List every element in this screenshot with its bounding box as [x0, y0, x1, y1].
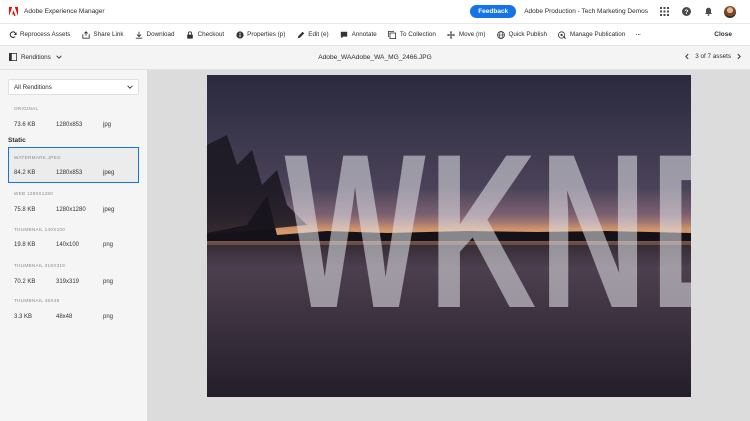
- app-title[interactable]: Adobe Experience Manager: [24, 8, 105, 15]
- quick-publish-label: Quick Publish: [508, 31, 547, 38]
- annotate-label: Annotate: [351, 31, 377, 38]
- rendition-size: 73.6 KB: [14, 122, 36, 128]
- chevron-down-icon: [127, 84, 133, 92]
- asset-subbar: Renditions Adobe_WAAdobe_WA_MG_2466.JPG …: [0, 46, 750, 70]
- checkout-label: Checkout: [197, 31, 225, 38]
- rendition-dimensions: 140x100: [56, 242, 80, 248]
- reprocess-assets-button[interactable]: Reprocess Assets: [8, 30, 70, 39]
- pencil-icon: [296, 30, 305, 39]
- to-collection-label: To Collection: [399, 31, 436, 38]
- rendition-name: WATERMARK.JPEG: [14, 155, 61, 160]
- apps-icon[interactable]: [658, 6, 670, 18]
- edit-button[interactable]: Edit (e): [296, 30, 329, 39]
- rendition-size: 19.8 KB: [14, 242, 36, 248]
- globe-icon: [496, 30, 505, 39]
- publication-icon: [558, 30, 567, 39]
- comment-icon: [340, 30, 349, 39]
- asset-file-name: Adobe_WAAdobe_WA_MG_2466.JPG: [318, 54, 432, 61]
- app-header: Adobe Experience Manager Feedback Adobe …: [0, 0, 750, 24]
- rendition-dimensions: 319x319: [56, 279, 80, 285]
- manage-publication-button[interactable]: Manage Publication: [558, 30, 625, 39]
- selected-rendition-highlight[interactable]: [8, 147, 139, 183]
- move-label: Move (m): [458, 31, 486, 38]
- action-toolbar: Reprocess Assets Share Link Download Che…: [0, 24, 750, 46]
- rendition-dimensions: 1280x853: [56, 122, 83, 128]
- asset-preview-area: WKND: [148, 70, 750, 421]
- collection-icon: [388, 30, 397, 39]
- annotate-button[interactable]: Annotate: [340, 30, 377, 39]
- properties-label: Properties (p): [247, 31, 286, 38]
- rendition-size: 70.2 KB: [14, 279, 36, 285]
- rendition-type: png: [103, 279, 114, 285]
- watermark-text: WKND: [284, 108, 691, 354]
- share-link-label: Share Link: [93, 31, 124, 38]
- rendition-size: 84.2 KB: [14, 170, 36, 176]
- rendition-size: 75.8 KB: [14, 207, 36, 213]
- rendition-dimensions: 48x48: [56, 314, 73, 320]
- rendition-dimensions: 1280x853: [56, 170, 83, 176]
- rendition-name: THUMBNAIL 319X319: [14, 263, 66, 268]
- svg-text:?: ?: [684, 9, 688, 16]
- reprocess-assets-label: Reprocess Assets: [20, 31, 71, 38]
- rendition-type: png: [103, 242, 114, 248]
- adobe-logo-icon[interactable]: [8, 7, 18, 17]
- rendition-size: 3.3 KB: [14, 314, 33, 320]
- pager-count: 3 of 7 assets: [695, 53, 731, 60]
- download-icon: [135, 30, 144, 39]
- org-switcher[interactable]: Adobe Production - Tech Marketing Demos: [524, 8, 648, 15]
- manage-publication-label: Manage Publication: [569, 31, 626, 38]
- asset-pager: 3 of 7 assets: [684, 53, 742, 60]
- download-button[interactable]: Download: [135, 30, 175, 39]
- renditions-filter-value: All Renditions: [14, 83, 52, 91]
- user-avatar[interactable]: [724, 5, 736, 18]
- checkout-button[interactable]: Checkout: [186, 30, 225, 39]
- more-actions-button[interactable]: ···: [635, 30, 641, 39]
- to-collection-button[interactable]: To Collection: [388, 30, 436, 39]
- chevron-right-icon[interactable]: [736, 53, 742, 60]
- properties-button[interactable]: Properties (p): [235, 30, 285, 39]
- rendition-type: png: [103, 314, 114, 320]
- share-icon: [81, 30, 90, 39]
- refresh-icon: [8, 30, 17, 39]
- help-icon[interactable]: ?: [680, 6, 692, 18]
- rendition-type: jpeg: [103, 170, 115, 176]
- info-icon: [235, 30, 244, 39]
- asset-preview-image: WKND: [207, 75, 691, 397]
- chevron-left-icon[interactable]: [684, 53, 690, 60]
- rendition-type: jpeg: [103, 207, 115, 213]
- move-button[interactable]: Move (m): [447, 30, 486, 39]
- quick-publish-button[interactable]: Quick Publish: [496, 30, 547, 39]
- close-button[interactable]: Close: [714, 31, 732, 38]
- rendition-dimensions: 1280x1280: [56, 207, 86, 213]
- share-link-button[interactable]: Share Link: [81, 30, 124, 39]
- lock-icon: [186, 30, 195, 39]
- renditions-panel: All Renditions ORIGINAL 73.6 KB 1280x853…: [0, 70, 148, 421]
- bell-icon[interactable]: [702, 6, 714, 18]
- edit-label: Edit (e): [308, 31, 329, 38]
- renditions-filter-dropdown[interactable]: All Renditions: [8, 79, 139, 95]
- feedback-button[interactable]: Feedback: [470, 5, 517, 18]
- download-label: Download: [146, 31, 175, 38]
- rendition-name: THUMBNAIL 140X100: [14, 227, 66, 232]
- rendition-type: jpg: [103, 122, 112, 128]
- move-icon: [447, 30, 456, 39]
- rendition-name: WEB 1280X1280: [14, 191, 54, 196]
- rendition-name: THUMBNAIL 48X48: [14, 298, 60, 303]
- static-section-label: Static: [8, 137, 26, 144]
- rendition-name: ORIGINAL: [14, 106, 39, 111]
